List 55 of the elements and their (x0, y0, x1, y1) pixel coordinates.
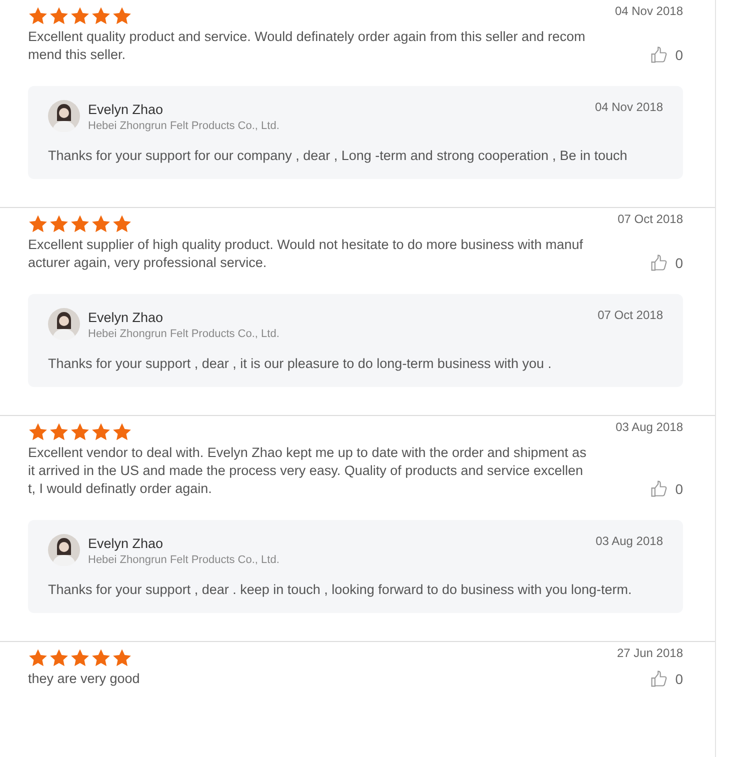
like-button[interactable]: 0 (650, 480, 683, 498)
star-icon (28, 6, 48, 26)
review-date: 27 Jun 2018 (616, 646, 683, 660)
reply-author: Evelyn Zhao (88, 310, 164, 325)
star-icon (49, 422, 69, 442)
reply-text: Thanks for your support , dear . keep in touch , looking forward to do business with you long-term. (48, 582, 633, 597)
star-icon (70, 6, 90, 26)
thumbs-up-icon (650, 254, 668, 272)
star-icon (112, 422, 132, 442)
like-count: 0 (675, 47, 683, 63)
reply-author: Evelyn Zhao (88, 102, 164, 117)
like-button[interactable]: 0 (650, 670, 683, 688)
review-text: Excellent supplier of high quality product. Would not hesitate to do more business with manufacturer again, very professional service. (28, 236, 584, 272)
reply-text: Thanks for your support for our company , dear , Long -term and strong cooperation , Be in touch (48, 148, 628, 163)
star-icon (91, 422, 111, 442)
star-icon (49, 6, 69, 26)
company-name: Hebei Zhongrun Felt Products Co., Ltd. (88, 554, 280, 566)
reply-text: Thanks for your support , dear , it is our pleasure to do long-term business with you . (48, 356, 552, 371)
company-name: Hebei Zhongrun Felt Products Co., Ltd. (88, 120, 280, 132)
star-icon (70, 214, 90, 234)
star-icon (49, 214, 69, 234)
reply-author: Evelyn Zhao (88, 536, 164, 551)
like-count: 0 (675, 481, 683, 497)
review-date: 03 Aug 2018 (616, 420, 683, 434)
like-count: 0 (675, 671, 683, 687)
star-icon (49, 648, 69, 668)
star-icon (28, 648, 48, 668)
star-icon (70, 422, 90, 442)
thumbs-up-icon (650, 46, 668, 64)
thumbs-up-icon (650, 670, 668, 688)
like-button[interactable]: 0 (650, 254, 683, 272)
star-icon (28, 214, 48, 234)
thumbs-up-icon (650, 480, 668, 498)
review-text: they are very good (28, 670, 141, 688)
star-icon (91, 214, 111, 234)
company-name: Hebei Zhongrun Felt Products Co., Ltd. (88, 328, 280, 340)
review-date: 04 Nov 2018 (614, 4, 683, 18)
reply-date: 03 Aug 2018 (596, 534, 663, 548)
star-icon (91, 648, 111, 668)
star-icon (70, 648, 90, 668)
reply-date: 07 Oct 2018 (598, 308, 663, 322)
review-date: 07 Oct 2018 (618, 212, 683, 226)
star-icon (112, 6, 132, 26)
like-count: 0 (675, 255, 683, 271)
star-icon (28, 422, 48, 442)
reply-date: 04 Nov 2018 (594, 100, 663, 114)
like-button[interactable]: 0 (650, 46, 683, 64)
star-icon (112, 214, 132, 234)
star-icon (112, 648, 132, 668)
avatar (48, 100, 80, 132)
avatar (48, 308, 80, 340)
review-text: Excellent quality product and service. Would definately order again from this seller and recommend this seller. (28, 28, 586, 64)
star-icon (91, 6, 111, 26)
avatar (48, 534, 80, 566)
review-text: Excellent vendor to deal with. Evelyn Zhao kept me up to date with the order and shipment as it arrived in the US and made the process very easy. Quality of products and service excellent, I would definatly order again. (28, 444, 588, 498)
